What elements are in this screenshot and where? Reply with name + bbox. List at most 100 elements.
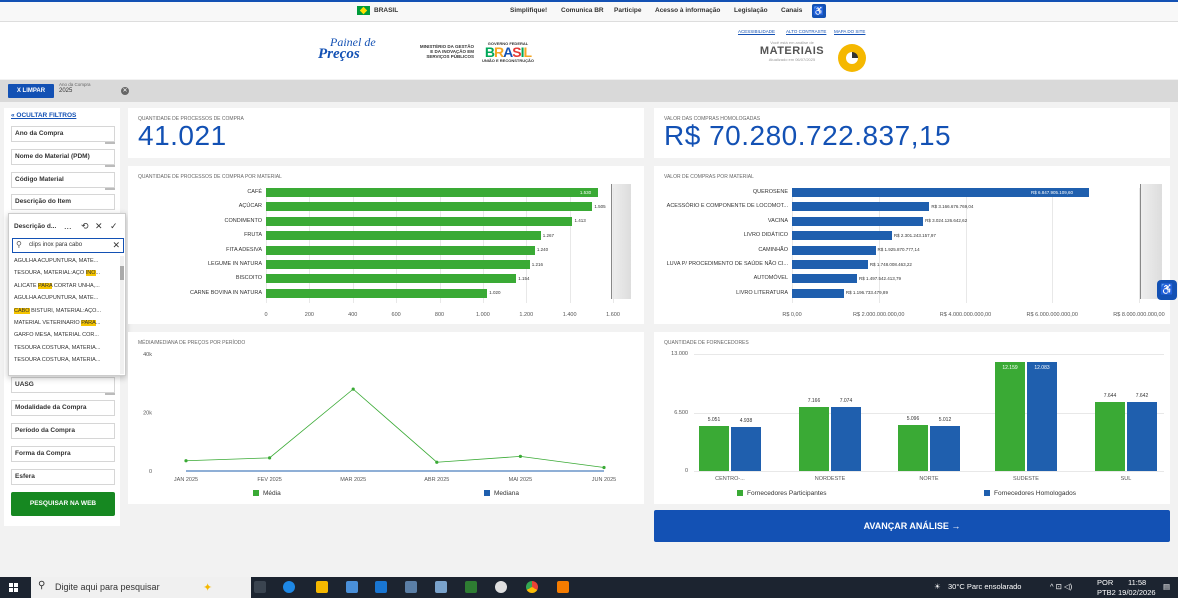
- bar[interactable]: [699, 425, 729, 471]
- filter-codigo-material[interactable]: Código Material: [11, 172, 115, 190]
- bar[interactable]: [266, 231, 541, 241]
- task-view-icon[interactable]: [254, 581, 266, 593]
- legend-item[interactable]: Mediana: [484, 490, 519, 497]
- edge-icon[interactable]: [283, 581, 295, 593]
- remove-chip-icon[interactable]: ✕: [121, 87, 129, 95]
- data-point[interactable]: [184, 459, 188, 463]
- bar[interactable]: [266, 216, 573, 226]
- hide-filters-link[interactable]: « OCULTAR FILTROS: [11, 112, 76, 119]
- bar[interactable]: [799, 406, 829, 471]
- clear-filters-button[interactable]: X LIMPAR: [8, 84, 54, 98]
- filter-esfera[interactable]: Esfera: [11, 469, 115, 485]
- confirm-icon[interactable]: ✓: [110, 221, 118, 232]
- dropdown-option[interactable]: TESOURA, MATERIAL:AÇO INO...: [14, 270, 118, 277]
- link-acessibilidade[interactable]: ACESSIBILIDADE: [738, 29, 775, 34]
- accessibility-icon[interactable]: ♿: [812, 4, 826, 18]
- tray-icons[interactable]: ^ ⊡ ◁): [1050, 582, 1072, 591]
- reset-icon[interactable]: ⟲: [81, 221, 89, 232]
- bar[interactable]: [792, 216, 924, 226]
- filter-modalidade[interactable]: Modalidade da Compra: [11, 400, 115, 416]
- clear-search-icon[interactable]: ✕: [112, 240, 120, 251]
- gov-country-link[interactable]: BRASIL: [374, 7, 398, 14]
- bar[interactable]: [792, 245, 876, 255]
- gov-link-comunica[interactable]: Comunica BR: [561, 7, 604, 14]
- bar[interactable]: [792, 260, 868, 269]
- app-icon[interactable]: [405, 581, 417, 593]
- app-icon-4[interactable]: [557, 581, 569, 593]
- notification-icon[interactable]: ▤: [1163, 582, 1170, 591]
- bar[interactable]: [898, 425, 928, 471]
- weather-text[interactable]: 30°C Parc ensolarado: [948, 582, 1021, 591]
- chrome-icon[interactable]: [526, 581, 538, 593]
- cancel-icon[interactable]: ✕: [95, 221, 103, 232]
- lang-indicator[interactable]: POR: [1097, 578, 1113, 587]
- bar[interactable]: [266, 202, 593, 212]
- filter-nome-material[interactable]: Nome do Material (PDM): [11, 149, 115, 167]
- file-explorer-icon[interactable]: [316, 581, 328, 593]
- gov-link-legislacao[interactable]: Legislação: [734, 7, 768, 14]
- gov-link-canais[interactable]: Canais: [781, 7, 802, 14]
- legend-item[interactable]: Fornecedores Homologados: [984, 490, 1076, 497]
- legend-item[interactable]: Média: [253, 490, 281, 497]
- dropdown-option[interactable]: TESOURA COSTURA, MATERIA...: [14, 357, 118, 363]
- advance-analysis-button[interactable]: AVANÇAR ANÁLISE →: [654, 510, 1170, 542]
- bar[interactable]: [266, 274, 517, 284]
- filter-descricao-item[interactable]: Descrição do Item: [11, 194, 115, 210]
- gov-link-simplifique[interactable]: Simplifique!: [510, 7, 547, 14]
- data-point[interactable]: [435, 460, 439, 464]
- bar[interactable]: [266, 260, 530, 269]
- dropdown-option[interactable]: GARFO MESA, MATERIAL COR...: [14, 332, 118, 338]
- gov-link-acesso[interactable]: Acesso à informação: [655, 7, 720, 14]
- dropdown-search-input[interactable]: ⚲ clips inox para cabo ✕: [12, 238, 124, 253]
- dropdown-option[interactable]: AGULHA ACUPUNTURA, MATE...: [14, 258, 118, 264]
- link-alto-contraste[interactable]: ALTO CONTRASTE: [786, 29, 826, 34]
- bar[interactable]: [266, 188, 598, 197]
- dropdown-option[interactable]: MATERIAL VETERINÁRIO PARA...: [14, 320, 118, 326]
- clock-date[interactable]: 19/02/2026: [1118, 588, 1156, 597]
- bar[interactable]: [731, 426, 761, 471]
- series-line[interactable]: [185, 388, 605, 468]
- painel-precos-logo[interactable]: Painel de Preços: [318, 36, 376, 62]
- data-point[interactable]: [268, 456, 272, 460]
- dropdown-option[interactable]: ALICATE PARA CORTAR UNHA,...: [14, 282, 118, 289]
- search-web-button[interactable]: PESQUISAR NA WEB: [11, 492, 115, 516]
- taskbar-search-input[interactable]: ⚲ Digite aqui para pesquisar: [31, 577, 251, 598]
- widgets-icon[interactable]: ✦: [203, 581, 215, 594]
- pie-chart-icon[interactable]: [838, 44, 866, 72]
- bar[interactable]: [1027, 362, 1057, 471]
- data-point[interactable]: [602, 465, 606, 470]
- dropdown-option[interactable]: AGULHA ACUPUNTURA, MATE...: [14, 295, 118, 301]
- filter-forma[interactable]: Forma da Compra: [11, 446, 115, 462]
- bar[interactable]: [930, 425, 960, 471]
- filter-uasg[interactable]: UASG: [11, 377, 115, 395]
- bar[interactable]: [792, 288, 844, 298]
- clock-time[interactable]: 11:58: [1128, 578, 1146, 587]
- legend-item[interactable]: Fornecedores Participantes: [737, 490, 827, 497]
- bar[interactable]: [995, 361, 1025, 471]
- app-icon-3[interactable]: [495, 581, 507, 593]
- gov-link-participe[interactable]: Participe: [614, 7, 641, 14]
- bar[interactable]: [1095, 402, 1125, 471]
- active-filter-chip[interactable]: Ano da Compra 2025: [59, 82, 91, 94]
- filter-ano-compra[interactable]: Ano da Compra: [11, 126, 115, 144]
- chart-scroll-overlay[interactable]: [611, 184, 631, 299]
- app-icon-2[interactable]: [435, 581, 447, 593]
- bar[interactable]: [792, 231, 892, 241]
- filter-periodo[interactable]: Período da Compra: [11, 423, 115, 439]
- bar[interactable]: [266, 245, 535, 255]
- lang-indicator-2[interactable]: PTB2: [1097, 588, 1116, 597]
- weather-icon[interactable]: ☀: [934, 582, 941, 591]
- mail-icon[interactable]: [375, 581, 387, 593]
- data-point[interactable]: [351, 387, 355, 391]
- bar[interactable]: [831, 407, 861, 471]
- calc-icon[interactable]: [465, 581, 477, 593]
- data-point[interactable]: [518, 454, 522, 458]
- bar[interactable]: [1127, 402, 1157, 471]
- link-mapa-site[interactable]: MAPA DO SITE: [834, 29, 865, 34]
- dropdown-scrollbar[interactable]: [120, 256, 124, 374]
- dropdown-option[interactable]: TESOURA COSTURA, MATERIA...: [14, 345, 118, 351]
- store-icon[interactable]: [346, 581, 358, 593]
- bar[interactable]: [792, 202, 930, 212]
- bar[interactable]: [266, 288, 488, 298]
- more-options-icon[interactable]: ...: [64, 221, 72, 231]
